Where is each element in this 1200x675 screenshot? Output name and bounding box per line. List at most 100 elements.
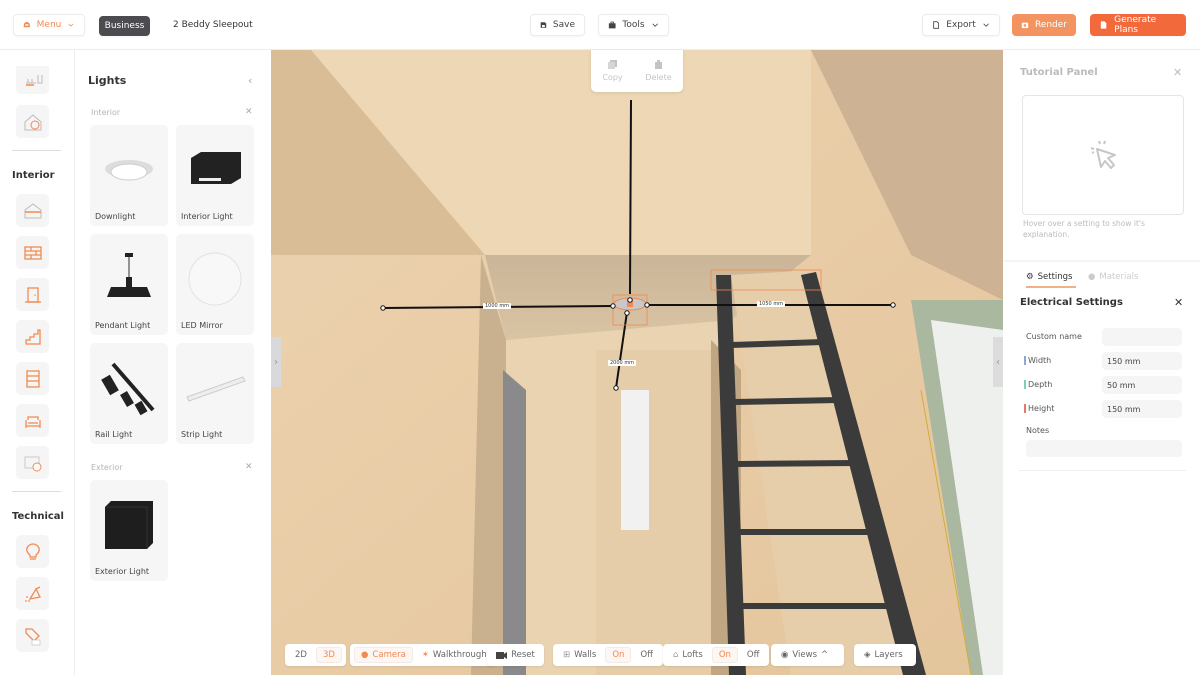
right-panel: Tutorial Panel ✕ Hover over a setting to… (1004, 50, 1200, 675)
card-label: LED Mirror (181, 321, 223, 330)
card-label: Interior Light (181, 212, 233, 221)
save-button[interactable]: Save (530, 14, 585, 36)
settings-tab-label: Settings (1037, 272, 1073, 282)
copy-button[interactable]: Copy (602, 60, 623, 82)
views-button[interactable]: ◉ Views ^ (771, 644, 844, 666)
chevron-down-icon (983, 23, 989, 27)
interior-light-image (176, 137, 254, 202)
tutorial-preview (1022, 95, 1184, 215)
layers-label: Layers (874, 650, 903, 660)
walls-on-button[interactable]: On (605, 647, 632, 663)
sidebar-item-ceiling[interactable] (16, 194, 49, 227)
delete-button[interactable]: Delete (645, 60, 672, 82)
sidebar-item-door[interactable] (16, 278, 49, 311)
interior-section-label: Interior (91, 108, 121, 117)
light-card-led-mirror[interactable]: LED Mirror (176, 234, 254, 335)
menu-label: Menu (36, 20, 62, 30)
lofts-label: Lofts (682, 650, 703, 660)
render-button[interactable]: Render (1012, 14, 1076, 36)
lofts-off-button[interactable]: Off (741, 648, 766, 662)
sidebar-item-wall[interactable] (16, 236, 49, 269)
video-camera-icon (496, 651, 508, 659)
light-card-rail-light[interactable]: Rail Light (90, 343, 168, 444)
custom-name-input[interactable] (1102, 328, 1182, 346)
close-tutorial-icon[interactable]: ✕ (1173, 66, 1182, 79)
sidebar-item-plumbing[interactable] (16, 577, 49, 610)
scene-render[interactable] (271, 50, 1003, 675)
close-section-icon[interactable]: ✕ (245, 107, 253, 117)
mode-2d-button[interactable]: 2D (289, 648, 313, 662)
walls-toggle: ⊞ Walls On Off (553, 644, 663, 666)
light-card-exterior-light[interactable]: Exterior Light (90, 480, 168, 581)
top-toolbar: Menu Business 2 Beddy Sleepout Save Tool… (0, 0, 1200, 50)
project-name[interactable]: 2 Beddy Sleepout (173, 20, 253, 30)
export-button[interactable]: Export (922, 14, 1000, 36)
expand-left-panel-button[interactable]: › (271, 337, 281, 387)
width-input[interactable]: 150 mm (1102, 352, 1182, 370)
close-section-icon[interactable]: ✕ (245, 462, 253, 472)
lofts-on-button[interactable]: On (711, 647, 738, 663)
document-icon (933, 21, 940, 29)
led-mirror-image (176, 246, 254, 311)
shower-icon (24, 585, 41, 602)
sidebar-item-cabinet[interactable] (16, 362, 49, 395)
chevron-down-icon (68, 23, 74, 27)
depth-input[interactable]: 50 mm (1102, 376, 1182, 394)
notes-label: Notes (1026, 426, 1050, 435)
materials-tab-label: Materials (1099, 272, 1139, 282)
camera-dot-icon: ● (361, 650, 369, 660)
loft-icon: ⌂ (673, 650, 679, 660)
sidebar-item-exterior-paint[interactable] (16, 105, 49, 138)
dimension-label-down[interactable]: 2000 mm (608, 360, 637, 366)
collapse-panel-icon[interactable]: ‹ (248, 74, 252, 87)
downlight-image (90, 137, 168, 202)
toolbox-icon (608, 21, 616, 29)
sidebar-item-interior-paint[interactable] (16, 446, 49, 479)
tab-materials[interactable]: ● Materials (1088, 272, 1138, 282)
3d-viewport[interactable]: 1000 mm 1050 mm 2000 mm › ‹ (271, 50, 1003, 675)
brick-wall-icon (23, 245, 42, 260)
layers-button[interactable]: ◈ Layers (854, 644, 916, 666)
chevron-down-icon (651, 23, 658, 27)
export-label: Export (946, 20, 976, 30)
sidebar-item-stairs[interactable] (16, 320, 49, 353)
plan-badge: Business (99, 16, 150, 36)
walls-off-button[interactable]: Off (634, 648, 659, 662)
tools-button[interactable]: Tools (598, 14, 669, 36)
section-title: Electrical Settings (1020, 297, 1123, 308)
sidebar-item-tag[interactable] (16, 619, 49, 652)
sidebar-divider (12, 150, 61, 151)
camera-icon (1021, 22, 1029, 29)
technical-section-label: Technical (12, 511, 64, 522)
generate-plans-button[interactable]: Generate Plans (1090, 14, 1186, 36)
tab-settings[interactable]: ⚙ Settings (1026, 272, 1076, 288)
notes-input[interactable] (1026, 440, 1182, 457)
walkthrough-mode-button[interactable]: ✶ Walkthrough (416, 648, 493, 662)
object-actions-popup: Copy Delete (591, 50, 683, 92)
light-card-pendant-light[interactable]: Pendant Light (90, 234, 168, 335)
width-label: Width (1024, 356, 1051, 365)
height-input[interactable]: 150 mm (1102, 400, 1182, 418)
dimension-label-left[interactable]: 1000 mm (483, 303, 512, 309)
expand-right-panel-button[interactable]: ‹ (993, 337, 1003, 387)
light-card-downlight[interactable]: Downlight (90, 125, 168, 226)
mode-3d-button[interactable]: 3D (315, 647, 342, 663)
reset-button[interactable]: Reset (487, 644, 544, 666)
light-card-strip-light[interactable]: Strip Light (176, 343, 254, 444)
reset-label: Reset (511, 650, 535, 660)
dimension-label-right[interactable]: 1050 mm (757, 301, 786, 307)
custom-name-label: Custom name (1026, 332, 1082, 341)
sidebar-item-lights[interactable] (16, 535, 49, 568)
ceiling-icon (24, 202, 41, 218)
stairs-icon (24, 328, 41, 345)
sidebar-item-floorplan[interactable] (16, 66, 49, 94)
light-card-interior-light[interactable]: Interior Light (176, 125, 254, 226)
close-settings-icon[interactable]: ✕ (1174, 296, 1183, 309)
menu-button[interactable]: Menu (13, 14, 85, 36)
camera-mode-button[interactable]: ● Camera (354, 647, 413, 663)
generate-plans-label: Generate Plans (1114, 15, 1157, 35)
exterior-light-image (90, 492, 168, 557)
rail-light-image (90, 355, 168, 420)
lightbulb-icon (25, 542, 40, 560)
sidebar-item-sofa[interactable] (16, 404, 49, 437)
